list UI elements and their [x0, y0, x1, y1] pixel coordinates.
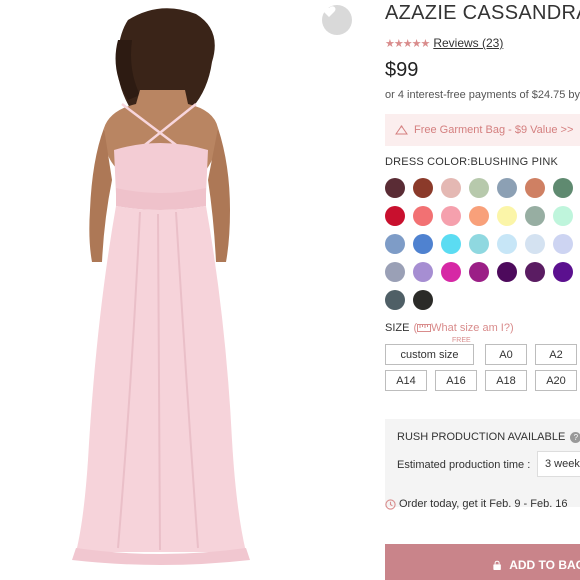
color-swatch[interactable]	[385, 290, 405, 310]
color-swatch[interactable]	[385, 234, 405, 254]
color-swatch[interactable]	[553, 206, 573, 226]
color-label: DRESS COLOR:BLUSHING PINK	[385, 156, 559, 168]
size-help-link[interactable]: ( What size am I?)	[413, 322, 513, 334]
color-swatch[interactable]	[413, 262, 433, 282]
size-option-label: custom size	[400, 348, 459, 361]
garment-bag-icon	[395, 125, 408, 135]
free-tag: FREE	[450, 337, 473, 344]
color-swatch[interactable]	[469, 234, 489, 254]
heart-icon	[322, 6, 336, 17]
color-swatch[interactable]	[469, 206, 489, 226]
product-title: AZAZIE CASSANDRA	[385, 2, 580, 24]
production-time-select[interactable]: 3 week	[537, 451, 580, 477]
lock-icon	[493, 560, 501, 570]
production-time-label: Estimated production time :	[397, 459, 531, 471]
delivery-text: Order today, get it Feb. 9 - Feb. 16	[399, 498, 568, 510]
color-swatch[interactable]	[525, 206, 545, 226]
favorite-button[interactable]	[322, 5, 352, 35]
color-swatch[interactable]	[413, 290, 433, 310]
size-row: SIZE ( What size am I?)	[385, 322, 514, 334]
size-option-label: A18	[496, 374, 516, 387]
color-swatch[interactable]	[413, 234, 433, 254]
promo-banner[interactable]: Free Garment Bag - $9 Value >>	[385, 114, 580, 146]
color-swatch[interactable]	[469, 262, 489, 282]
color-swatch[interactable]	[497, 178, 517, 198]
size-option-label: A0	[499, 348, 513, 361]
rush-title-text: RUSH PRODUCTION AVAILABLE	[397, 431, 566, 443]
size-option-a0[interactable]: A0	[485, 344, 527, 365]
add-to-bag-button[interactable]: ADD TO BAG	[385, 544, 580, 580]
color-swatch[interactable]	[525, 262, 545, 282]
color-swatch[interactable]	[497, 234, 517, 254]
size-option-a20[interactable]: A20	[535, 370, 577, 391]
size-option-label: A20	[546, 374, 566, 387]
rush-production-box: RUSH PRODUCTION AVAILABLE ? Estimated pr…	[385, 419, 580, 507]
color-swatch[interactable]	[413, 178, 433, 198]
delivery-estimate: Order today, get it Feb. 9 - Feb. 16	[385, 498, 568, 510]
add-to-bag-label: ADD TO BAG	[509, 558, 580, 572]
rating-stars-icon: ★★★★★	[385, 37, 430, 50]
color-swatches	[385, 178, 580, 310]
ruler-icon	[417, 324, 432, 333]
clock-icon	[385, 498, 396, 510]
color-swatch[interactable]	[441, 206, 461, 226]
color-swatch[interactable]	[497, 262, 517, 282]
product-info-panel: AZAZIE CASSANDRA ★★★★★ Reviews (23) $99 …	[385, 0, 580, 580]
rush-title: RUSH PRODUCTION AVAILABLE ?	[397, 431, 580, 443]
size-option-custom[interactable]: FREE custom size	[385, 337, 474, 365]
installments-text: or 4 interest-free payments of $24.75 by	[385, 89, 580, 101]
color-swatch[interactable]	[469, 178, 489, 198]
color-swatch[interactable]	[385, 262, 405, 282]
size-option-a14[interactable]: A14	[385, 370, 427, 391]
color-swatch[interactable]	[441, 178, 461, 198]
color-swatch[interactable]	[525, 234, 545, 254]
color-swatch[interactable]	[497, 206, 517, 226]
size-option-label: A14	[396, 374, 416, 387]
color-swatch[interactable]	[441, 234, 461, 254]
size-help-text: What size am I?	[431, 322, 510, 334]
size-option-label: A16	[446, 374, 466, 387]
promo-text: Free Garment Bag - $9 Value >>	[414, 124, 574, 136]
color-swatch[interactable]	[385, 178, 405, 198]
price: $99	[385, 59, 419, 81]
color-swatch[interactable]	[553, 178, 573, 198]
size-option-a2[interactable]: A2	[535, 344, 577, 365]
color-swatch[interactable]	[413, 206, 433, 226]
color-swatch[interactable]	[525, 178, 545, 198]
rating-row: ★★★★★ Reviews (23)	[385, 36, 503, 50]
help-icon[interactable]: ?	[570, 431, 580, 443]
reviews-link[interactable]: Reviews (23)	[433, 36, 503, 50]
color-swatch[interactable]	[441, 262, 461, 282]
product-photo	[0, 0, 375, 580]
size-label: SIZE	[385, 322, 410, 334]
size-option-a18[interactable]: A18	[485, 370, 527, 391]
dress-model-image	[72, 8, 250, 565]
color-swatch[interactable]	[385, 206, 405, 226]
size-option-a16[interactable]: A16	[435, 370, 477, 391]
size-option-label: A2	[549, 348, 563, 361]
color-swatch[interactable]	[553, 234, 573, 254]
color-swatch[interactable]	[553, 262, 573, 282]
